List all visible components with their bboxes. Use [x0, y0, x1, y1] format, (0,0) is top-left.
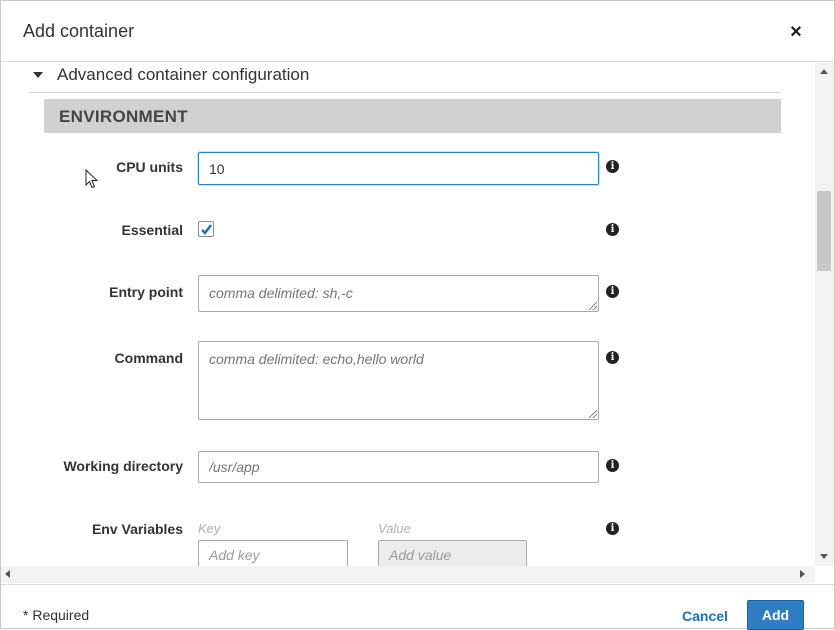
add-container-dialog: Add container × Advanced container confi… — [0, 0, 835, 630]
horizontal-scrollbar[interactable] — [1, 566, 815, 583]
command-input[interactable] — [198, 341, 599, 420]
required-note: * Required — [23, 607, 90, 623]
checkmark-icon — [201, 224, 212, 235]
essential-checkbox[interactable] — [198, 221, 214, 237]
advanced-config-toggle[interactable]: Advanced container configuration — [29, 63, 781, 93]
entry-point-input[interactable] — [198, 275, 599, 312]
environment-title: ENVIRONMENT — [59, 107, 188, 126]
essential-label: Essential — [121, 222, 183, 238]
resize-grip-icon[interactable] — [589, 302, 597, 310]
info-icon[interactable]: i — [606, 459, 619, 472]
info-icon[interactable]: i — [606, 285, 619, 298]
cancel-button[interactable]: Cancel — [682, 608, 728, 624]
vertical-scrollbar[interactable] — [815, 63, 834, 566]
env-value-input: Add value — [378, 540, 527, 566]
scroll-up-arrow-icon[interactable] — [820, 69, 828, 74]
dialog-title: Add container — [23, 21, 135, 41]
dialog-header: Add container × — [1, 1, 834, 62]
entry-point-label: Entry point — [109, 284, 183, 300]
close-icon[interactable]: × — [786, 21, 806, 43]
working-directory-input[interactable] — [198, 451, 599, 483]
env-key-placeholder: Add key — [209, 547, 260, 563]
dialog-content: Advanced container configuration ENVIRON… — [1, 63, 815, 566]
scroll-right-arrow-icon[interactable] — [800, 570, 805, 578]
caret-down-icon — [33, 72, 43, 78]
env-key-header: Key — [198, 521, 221, 536]
section-toggle-label: Advanced container configuration — [57, 65, 310, 84]
env-variables-label: Env Variables — [91, 521, 183, 537]
vertical-scroll-thumb[interactable] — [817, 191, 831, 271]
command-label: Command — [114, 350, 183, 366]
working-directory-label: Working directory — [63, 458, 183, 474]
add-button[interactable]: Add — [747, 600, 804, 630]
env-value-placeholder: Add value — [389, 547, 452, 563]
cpu-units-input[interactable] — [198, 152, 599, 185]
info-icon[interactable]: i — [606, 223, 619, 236]
env-key-input[interactable]: Add key — [198, 540, 348, 566]
info-icon[interactable]: i — [606, 160, 619, 173]
command-field — [198, 341, 599, 420]
info-icon[interactable]: i — [606, 351, 619, 364]
env-value-header: Value — [378, 521, 411, 536]
scroll-down-arrow-icon[interactable] — [820, 554, 828, 559]
environment-section-header: ENVIRONMENT — [44, 99, 781, 133]
mouse-pointer-icon — [85, 169, 99, 189]
dialog-footer: * Required Cancel Add — [1, 584, 834, 630]
info-icon[interactable]: i — [606, 522, 619, 535]
entry-point-field — [198, 275, 599, 312]
resize-grip-icon[interactable] — [589, 410, 597, 418]
scroll-left-arrow-icon[interactable] — [5, 570, 10, 578]
